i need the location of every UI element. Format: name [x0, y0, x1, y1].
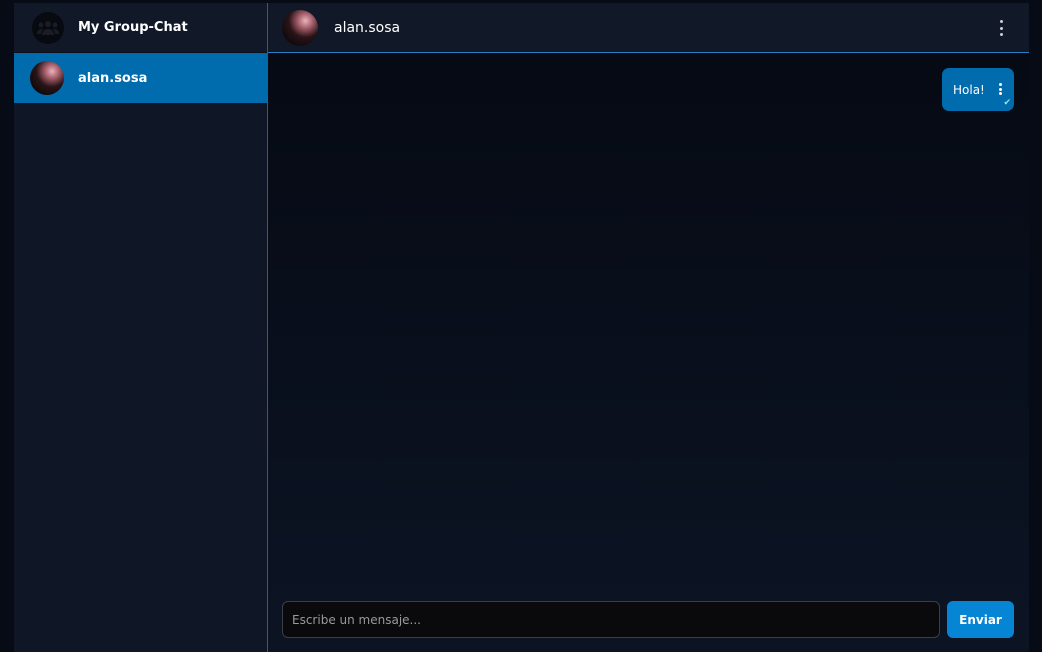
double-check-icon: ✔ [1003, 98, 1011, 108]
sidebar-item-group-chat[interactable]: My Group-Chat [14, 3, 267, 53]
avatar [30, 61, 64, 95]
message-text: Hola! [953, 82, 985, 97]
composer: Enviar [282, 601, 1014, 638]
more-options-icon[interactable] [995, 20, 1007, 36]
chat-title: alan.sosa [334, 19, 401, 36]
group-icon [32, 11, 64, 44]
chat-header: alan.sosa [268, 3, 1029, 53]
sidebar-item-contact[interactable]: alan.sosa [14, 53, 267, 103]
send-button[interactable]: Enviar [947, 601, 1014, 638]
avatar [282, 9, 318, 46]
sidebar: My Group-Chat alan.sosa [14, 3, 267, 652]
message-bubble[interactable]: Hola! ✔ [942, 68, 1014, 111]
message-input[interactable] [282, 601, 940, 638]
message-options-icon[interactable] [999, 83, 1002, 95]
group-name: My Group-Chat [78, 20, 188, 35]
contact-name: alan.sosa [78, 70, 148, 86]
chat-panel: alan.sosa Hola! ✔ Enviar [268, 3, 1029, 652]
